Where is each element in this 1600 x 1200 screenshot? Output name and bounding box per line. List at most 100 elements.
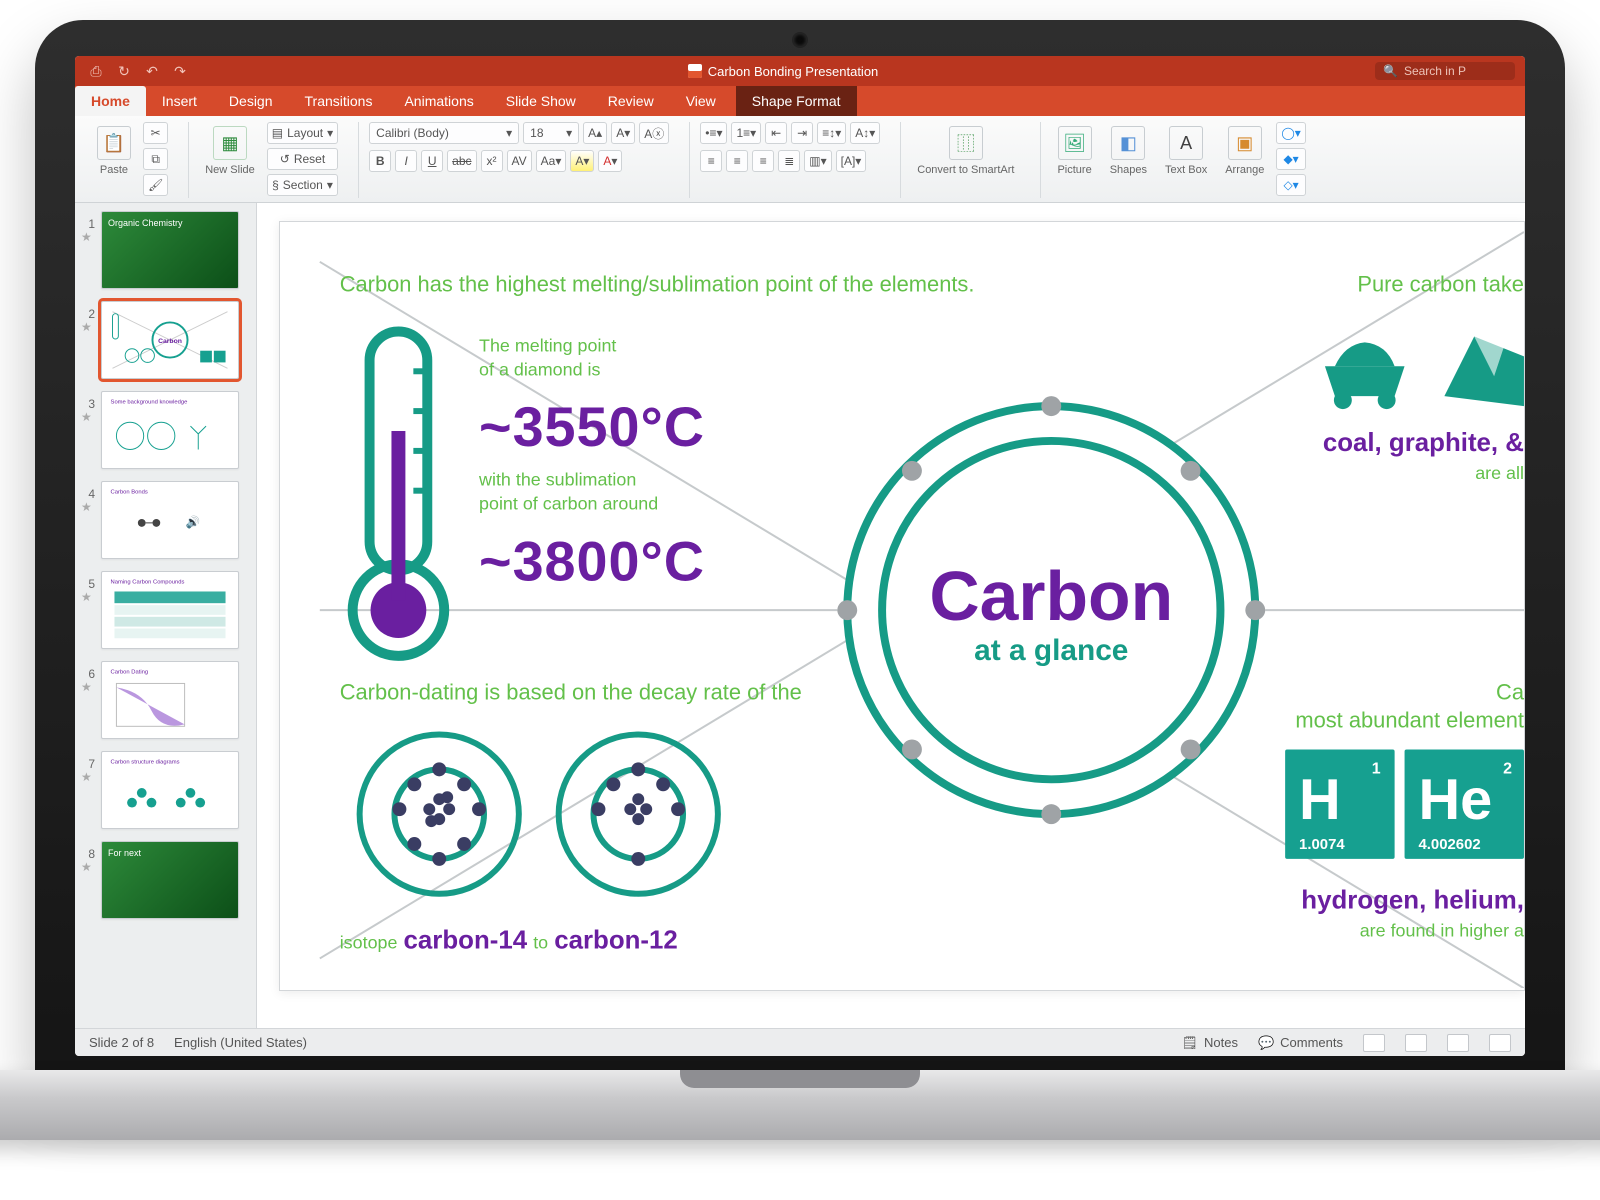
center-atom-shape[interactable]: Carbon at a glance	[837, 396, 1265, 824]
font-color-icon[interactable]: A▾	[598, 150, 622, 172]
language-indicator[interactable]: English (United States)	[174, 1035, 307, 1050]
strikethrough-icon[interactable]: abc	[447, 150, 476, 172]
animation-star-icon: ★	[81, 411, 95, 423]
comments-button[interactable]: 💬Comments	[1258, 1035, 1343, 1051]
italic-icon[interactable]: I	[395, 150, 417, 172]
highlight-icon[interactable]: A▾	[570, 150, 594, 172]
caption-top-right: Pure carbon take	[1357, 272, 1524, 297]
tab-home[interactable]: Home	[75, 86, 146, 116]
font-size-select[interactable]: 18▾	[523, 122, 579, 144]
group-clipboard: 📋 Paste ✂ ⧉ 🖌	[81, 122, 178, 198]
arrange-button[interactable]: ▣Arrange	[1219, 122, 1270, 180]
svg-text:🔊: 🔊	[186, 515, 201, 529]
document-title-text: Carbon Bonding Presentation	[708, 64, 879, 79]
tab-view[interactable]: View	[670, 86, 732, 116]
tab-slideshow[interactable]: Slide Show	[490, 86, 592, 116]
align-justify-icon[interactable]: ≣	[778, 150, 800, 172]
format-painter-icon[interactable]: 🖌	[143, 174, 168, 196]
slide-thumbnail-panel[interactable]: 1★ Organic Chemistry 2★ Carbon 3★ Some b…	[75, 203, 257, 1028]
reset-button[interactable]: ↺ Reset	[267, 148, 338, 170]
thumbnail-item[interactable]: 2★ Carbon	[81, 301, 250, 379]
align-right-icon[interactable]: ≡	[752, 150, 774, 172]
view-sorter-button[interactable]	[1405, 1034, 1427, 1052]
redo-icon[interactable]: ↷	[169, 61, 191, 81]
shrink-font-icon[interactable]: A▾	[611, 122, 635, 144]
indent-increase-icon[interactable]: ⇥	[791, 122, 813, 144]
change-case-icon[interactable]: Aa▾	[536, 150, 567, 172]
new-slide-button[interactable]: ▦ New Slide	[199, 122, 261, 180]
thumbnail-item[interactable]: 8★ For next	[81, 841, 250, 919]
align-center-icon[interactable]: ≡	[726, 150, 748, 172]
smartart-icon: ⿲	[949, 126, 983, 160]
top-right-label: coal, graphite, &	[1323, 429, 1524, 457]
group-slides: ▦ New Slide ▤ Layout ▾ ↺ Reset § Section…	[188, 122, 348, 198]
view-normal-button[interactable]	[1363, 1034, 1385, 1052]
save-icon[interactable]: ⎙	[85, 61, 107, 81]
notes-button[interactable]: 🗒Notes	[1181, 1035, 1237, 1051]
text-direction-icon[interactable]: A↕▾	[850, 122, 880, 144]
picture-button[interactable]: 🖼Picture	[1051, 122, 1097, 180]
convert-smartart-button[interactable]: ⿲ Convert to SmartArt	[911, 122, 1020, 180]
align-left-icon[interactable]: ≡	[700, 150, 722, 172]
thumbnail-item[interactable]: 6★ Carbon Dating	[81, 661, 250, 739]
clear-format-icon[interactable]: Aⓧ	[639, 122, 669, 144]
slide-canvas-area[interactable]: Carbon has the highest melting/sublimati…	[257, 203, 1525, 1028]
tab-transitions[interactable]: Transitions	[289, 86, 389, 116]
svg-text:Naming Carbon Compounds: Naming Carbon Compounds	[111, 580, 185, 586]
search-field[interactable]: 🔍 Search in P	[1375, 62, 1515, 80]
slide-canvas[interactable]: Carbon has the highest melting/sublimati…	[279, 221, 1525, 991]
section-button[interactable]: § Section ▾	[267, 174, 338, 196]
indent-decrease-icon[interactable]: ⇤	[765, 122, 787, 144]
columns-icon[interactable]: ▥▾	[804, 150, 831, 172]
thumbnail-item[interactable]: 3★ Some background knowledge	[81, 391, 250, 469]
view-reading-button[interactable]	[1447, 1034, 1469, 1052]
numbering-icon[interactable]: 1≡▾	[731, 122, 761, 144]
shape-outline-icon[interactable]: ◇▾	[1276, 174, 1305, 196]
tab-animations[interactable]: Animations	[388, 86, 489, 116]
shape-fill-icon[interactable]: ◆▾	[1276, 148, 1305, 170]
undo-icon[interactable]: ↶	[141, 61, 163, 81]
tab-design[interactable]: Design	[213, 86, 289, 116]
align-text-icon[interactable]: [A]▾	[836, 150, 867, 172]
thumbnail-item[interactable]: 1★ Organic Chemistry	[81, 211, 250, 289]
font-family-select[interactable]: Calibri (Body)▾	[369, 122, 519, 144]
view-slideshow-button[interactable]	[1489, 1034, 1511, 1052]
comments-icon: 💬	[1258, 1035, 1274, 1051]
picture-icon: 🖼	[1058, 126, 1092, 160]
slide-indicator[interactable]: Slide 2 of 8	[89, 1035, 154, 1050]
quick-styles-icon[interactable]: ◯▾	[1276, 122, 1305, 144]
bullets-icon[interactable]: •≡▾	[700, 122, 727, 144]
convert-smartart-label: Convert to SmartArt	[917, 164, 1014, 176]
shapes-button[interactable]: ◧Shapes	[1104, 122, 1153, 180]
thumb-preview-selected: Carbon	[101, 301, 239, 379]
thumb-preview: Carbon Dating	[101, 661, 239, 739]
thumb-number: 3	[81, 391, 95, 411]
copy-icon[interactable]: ⧉	[143, 148, 168, 170]
coal-cart-icon	[1325, 342, 1405, 409]
tab-shape-format[interactable]: Shape Format	[736, 86, 857, 116]
cut-icon[interactable]: ✂	[143, 122, 168, 144]
thumbnail-item[interactable]: 5★ Naming Carbon Compounds	[81, 571, 250, 649]
line-spacing-icon[interactable]: ≡↕▾	[817, 122, 846, 144]
group-paragraph: •≡▾ 1≡▾ ⇤ ⇥ ≡↕▾ A↕▾ ≡ ≡ ≡ ≣ ▥▾	[689, 122, 890, 198]
tab-insert[interactable]: Insert	[146, 86, 213, 116]
new-slide-label: New Slide	[205, 164, 255, 176]
char-spacing-icon[interactable]: AV	[507, 150, 532, 172]
thumbnail-item[interactable]: 7★ Carbon structure diagrams	[81, 751, 250, 829]
repeat-icon[interactable]: ↻	[113, 61, 135, 81]
paste-button[interactable]: 📋 Paste	[91, 122, 137, 180]
tab-review[interactable]: Review	[592, 86, 670, 116]
workarea: 1★ Organic Chemistry 2★ Carbon 3★ Some b…	[75, 203, 1525, 1028]
element-he-tile: He 2 4.002602	[1405, 749, 1524, 858]
superscript-icon[interactable]: x²	[481, 150, 503, 172]
grow-font-icon[interactable]: A▴	[583, 122, 607, 144]
arrange-icon: ▣	[1228, 126, 1262, 160]
thumbnail-item[interactable]: 4★ Carbon Bonds🔊	[81, 481, 250, 559]
textbox-button[interactable]: AText Box	[1159, 122, 1213, 180]
underline-icon[interactable]: U	[421, 150, 443, 172]
center-title: Carbon	[929, 557, 1173, 635]
bold-icon[interactable]: B	[369, 150, 391, 172]
group-smartart: ⿲ Convert to SmartArt	[900, 122, 1030, 198]
layout-button[interactable]: ▤ Layout ▾	[267, 122, 338, 144]
reset-label: Reset	[294, 152, 325, 166]
